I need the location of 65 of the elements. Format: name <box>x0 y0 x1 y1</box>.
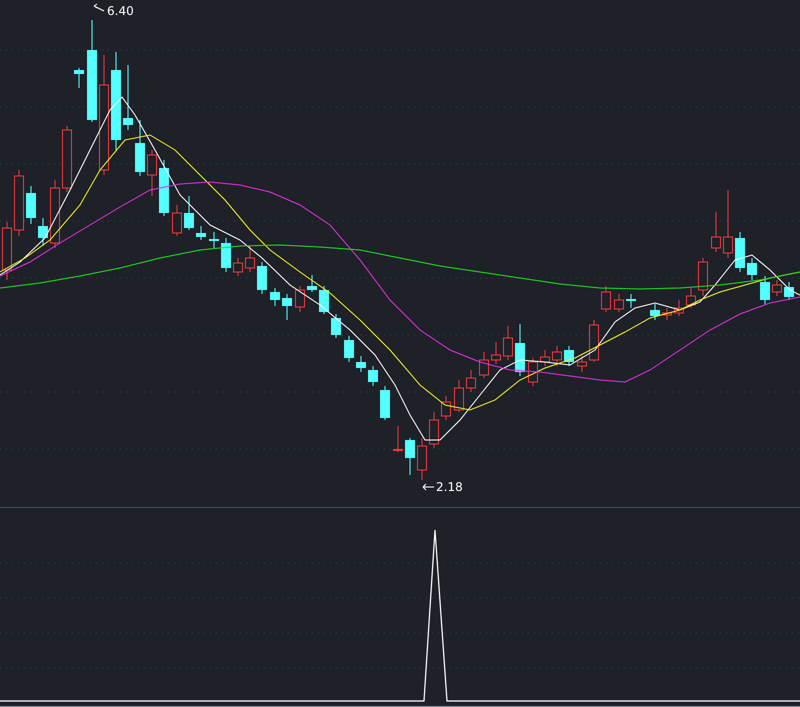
candlestick <box>74 68 84 88</box>
candlestick <box>38 218 48 246</box>
candlestick <box>50 180 60 248</box>
candlestick <box>747 258 757 280</box>
candlestick <box>196 226 206 240</box>
candlestick <box>441 396 451 420</box>
low-price-label: 2.18 <box>436 480 463 494</box>
candlestick <box>429 412 439 448</box>
candlestick <box>479 352 489 378</box>
candlestick <box>159 160 169 216</box>
candlestick <box>135 120 145 176</box>
candlestick <box>552 346 562 366</box>
candlestick <box>662 308 672 320</box>
candlestick <box>784 282 794 300</box>
candlestick <box>147 150 157 196</box>
candlestick <box>245 246 255 272</box>
candlestick <box>307 274 317 292</box>
candlestick <box>14 170 24 236</box>
candlestick <box>123 64 133 130</box>
candlestick <box>564 346 574 366</box>
candlestick <box>295 286 305 312</box>
candlestick <box>589 320 599 362</box>
candlestick <box>577 356 587 372</box>
candlestick <box>184 196 194 230</box>
candlestick <box>405 438 415 476</box>
candlestick <box>344 336 354 362</box>
candlestick <box>2 222 12 280</box>
candlestick <box>686 288 696 308</box>
candlestick <box>209 232 219 248</box>
candlestick <box>257 262 267 294</box>
candlestick <box>540 350 550 366</box>
candlestick <box>368 366 378 386</box>
leader-line <box>94 4 104 12</box>
candlestick <box>62 126 72 192</box>
candlestick <box>760 276 770 304</box>
candlestick <box>221 238 231 272</box>
candlestick <box>172 204 182 236</box>
candlestick <box>503 326 513 360</box>
candlestick <box>356 356 366 372</box>
candlestick <box>380 386 390 420</box>
candlestick <box>723 190 733 258</box>
candlestick <box>491 342 501 364</box>
candlestick <box>626 294 636 308</box>
candlestick <box>282 294 292 320</box>
candlestick <box>454 380 464 412</box>
candlestick <box>466 370 476 392</box>
candlestick <box>650 304 660 320</box>
candlestick <box>319 286 329 314</box>
candlestick <box>711 212 721 252</box>
candlestick <box>515 324 525 376</box>
candlestick <box>270 288 280 306</box>
candlestick <box>698 258 708 296</box>
candlestick <box>393 426 403 452</box>
candlestick <box>417 438 427 480</box>
candlestick <box>674 300 684 316</box>
candlestick <box>331 314 341 338</box>
candlestick <box>772 280 782 296</box>
candlestick <box>735 232 745 272</box>
candlestick <box>601 286 611 312</box>
candlestick <box>233 258 243 276</box>
candlestick <box>26 186 36 224</box>
high-price-label: 6.40 <box>107 4 134 18</box>
candlestick <box>528 358 538 386</box>
candlestick <box>614 294 624 312</box>
leader-line <box>422 484 434 490</box>
